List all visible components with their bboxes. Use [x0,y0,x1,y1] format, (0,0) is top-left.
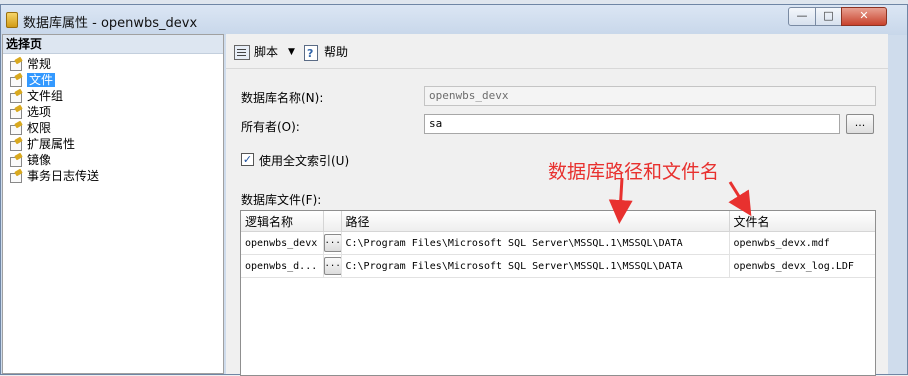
database-files-label: 数据库文件(F): [241,193,322,207]
column-header-path[interactable]: 路径 [341,211,730,232]
fulltext-label: 使用全文索引(U) [259,154,350,168]
window-title: 数据库属性 - openwbs_devx [23,16,198,31]
page-item-permissions[interactable]: 权限 [5,120,223,136]
grid-header-row: 逻辑名称 路径 文件名 [241,211,875,232]
page-wrench-icon [9,104,23,119]
annotation-text: 数据库路径和文件名 [548,161,720,183]
logical-name-cell[interactable]: openwbs_devx [241,231,324,255]
logical-name-edit-cell: ... [323,231,342,255]
page-item-files[interactable]: 文件 [5,72,223,88]
table-row[interactable]: openwbs_devx ... C:\Program Files\Micros… [241,231,875,255]
checkmark-icon: ✓ [242,153,253,166]
table-row[interactable]: openwbs_d... ... C:\Program Files\Micros… [241,254,875,278]
minimize-button[interactable]: — [788,7,816,26]
page-wrench-icon [9,88,23,103]
toolbar: 脚本 ▼ 帮助 [226,34,888,69]
column-header-filename[interactable]: 文件名 [729,211,875,232]
logical-name-edit-button[interactable]: ... [323,234,340,252]
logical-name-edit-button[interactable]: ... [323,257,340,275]
page-item-extended-properties[interactable]: 扩展属性 [5,136,223,152]
path-cell[interactable]: C:\Program Files\Microsoft SQL Server\MS… [341,254,730,278]
maximize-icon: □ [823,9,834,22]
page-wrench-icon [9,136,23,151]
title-bar[interactable]: 数据库属性 - openwbs_devx — □ ✕ [1,5,907,35]
help-label: 帮助 [324,45,349,59]
fulltext-checkbox[interactable]: ✓ [241,153,254,166]
path-cell[interactable]: C:\Program Files\Microsoft SQL Server\MS… [341,231,730,255]
database-icon [6,12,18,28]
page-wrench-icon [9,168,23,183]
script-dropdown-button[interactable]: ▼ [288,43,295,61]
dropdown-arrow-icon: ▼ [288,47,295,57]
files-page-panel: 脚本 ▼ 帮助 数据库名称(N): openwbs_devx 所有者(O): s… [226,34,888,376]
page-wrench-icon [9,120,23,135]
minimize-icon: — [796,9,808,22]
logical-name-cell[interactable]: openwbs_d... [241,254,324,278]
logical-name-edit-cell: ... [323,254,342,278]
help-icon [304,45,318,63]
owner-browse-button[interactable]: ... [846,114,874,134]
help-button[interactable]: 帮助 [304,43,349,63]
page-item-options[interactable]: 选项 [5,104,223,120]
script-label: 脚本 [254,45,279,59]
page-wrench-icon [9,152,23,167]
page-item-log-shipping[interactable]: 事务日志传送 [5,168,223,184]
database-name-label: 数据库名称(N): [241,91,324,105]
page-item-mirroring[interactable]: 镜像 [5,152,223,168]
owner-input[interactable]: sa [424,114,840,134]
script-button[interactable]: 脚本 [234,43,278,61]
page-item-filegroups[interactable]: 文件组 [5,88,223,104]
column-header-logical-name[interactable]: 逻辑名称 [241,211,324,232]
maximize-button[interactable]: □ [815,7,842,26]
close-button[interactable]: ✕ [841,7,887,26]
page-item-general[interactable]: 常规 [5,56,223,72]
database-name-field: openwbs_devx [424,86,876,106]
page-wrench-icon [9,72,23,87]
select-page-panel: 选择页 常规 文件 文件组 选项 权限 扩展属性 镜像 事务日志传送 [2,34,224,374]
filename-cell[interactable]: openwbs_devx.mdf [729,231,875,255]
page-wrench-icon [9,56,23,71]
owner-label: 所有者(O): [241,120,300,134]
script-icon [234,45,250,60]
filename-cell[interactable]: openwbs_devx_log.LDF [729,254,875,278]
select-page-header: 选择页 [3,35,223,54]
column-header-spacer [323,211,342,232]
close-icon: ✕ [859,9,869,22]
page-list: 常规 文件 文件组 选项 权限 扩展属性 镜像 事务日志传送 [3,54,223,184]
database-files-grid: 逻辑名称 路径 文件名 openwbs_devx ... C:\Program … [240,210,876,376]
